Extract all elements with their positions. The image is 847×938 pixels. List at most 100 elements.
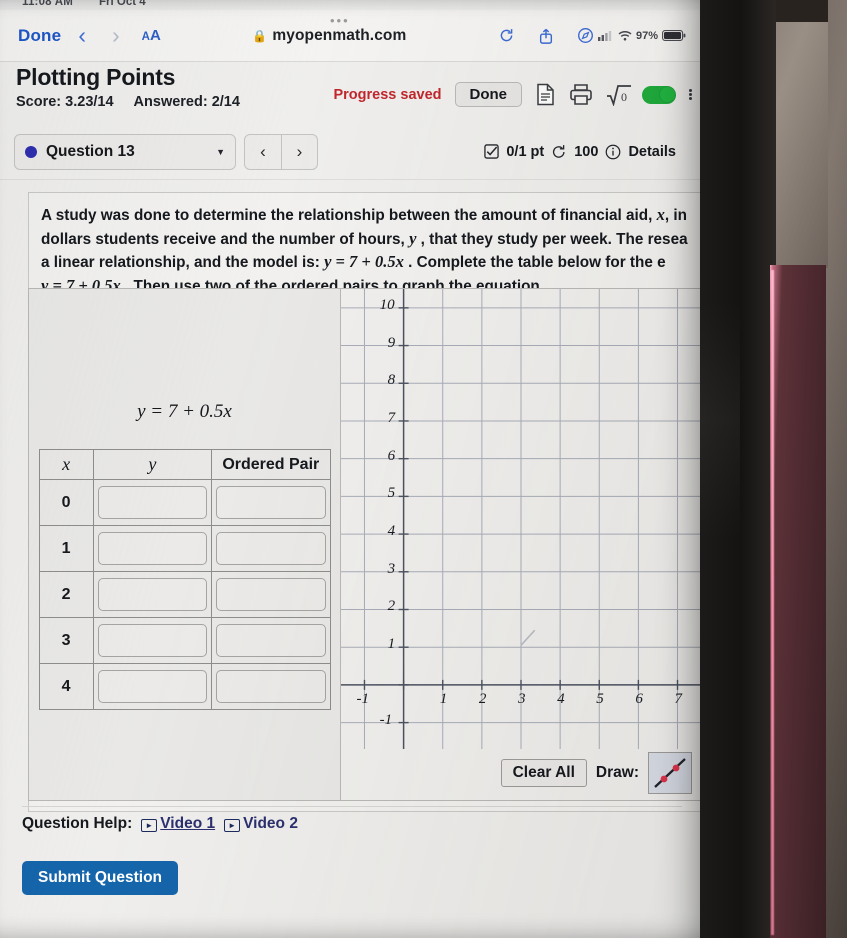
cell-y-0	[92, 479, 213, 526]
attempts-label: 100	[574, 143, 599, 160]
safari-toolbar: ••• Done ‹ › AA 🔒 myopenmath.com 97%	[0, 10, 700, 62]
video-2-link[interactable]: ► Video 2	[224, 815, 298, 833]
safari-done-button[interactable]: Done	[14, 24, 65, 48]
input-y-4[interactable]	[97, 670, 208, 703]
y-tick--1: -1	[379, 711, 393, 728]
clear-all-button[interactable]: Clear All	[500, 759, 587, 787]
assignment-header: Plotting Points Score: 3.23/14 Answered:…	[0, 62, 700, 124]
video-2-label: Video 2	[243, 815, 298, 832]
address-bar[interactable]: 🔒 myopenmath.com	[161, 27, 498, 45]
y-tick-7: 7	[387, 409, 396, 426]
details-link[interactable]: Details	[628, 144, 676, 160]
answered-label: Answered: 2/14	[133, 94, 240, 110]
answer-area: y = 7 + 0.5x x y Ordered Pair 0 1 2 3 4 …	[28, 288, 700, 801]
progress-saved-status: Progress saved	[333, 86, 442, 103]
prompt-line1: A study was done to determine the relati…	[41, 207, 657, 224]
battery-percent: 97%	[635, 29, 658, 42]
column-header-ordered-pair: Ordered Pair	[211, 449, 331, 480]
input-pair-1[interactable]	[216, 532, 326, 565]
input-y-3[interactable]	[97, 624, 208, 657]
table-row: 3	[38, 617, 331, 664]
printer-icon[interactable]	[569, 83, 593, 106]
input-y-0[interactable]	[97, 486, 208, 519]
table-header-row: x y Ordered Pair	[38, 449, 331, 480]
compass-icon[interactable]	[577, 27, 594, 44]
draw-label: Draw:	[595, 764, 639, 781]
y-tick-9: 9	[387, 334, 396, 351]
y-tick-10: 10	[379, 296, 395, 313]
cell-pair-4	[211, 663, 331, 710]
question-navigation-bar: Question 13 ▼ ‹ › 0/1 pt 100 Details	[0, 124, 700, 180]
done-button[interactable]: Done	[454, 82, 522, 107]
tablet-case-top	[768, 0, 828, 268]
question-status-dot	[25, 145, 37, 158]
chevron-down-icon: ▼	[216, 146, 225, 157]
square-root-icon: 0	[606, 84, 632, 106]
prompt-var-x: x	[656, 205, 665, 224]
browser-back-icon[interactable]: ‹	[65, 22, 99, 49]
submit-question-button[interactable]: Submit Question	[22, 861, 178, 895]
input-pair-2[interactable]	[216, 578, 326, 611]
browser-forward-icon[interactable]: ›	[99, 22, 133, 49]
cell-x-1: 1	[38, 525, 94, 572]
prompt-line3a: a linear relationship, and the model is:	[41, 254, 325, 272]
reload-icon[interactable]	[498, 27, 515, 44]
line-through-two-points-icon[interactable]	[648, 752, 692, 794]
y-tick-4: 4	[387, 523, 396, 540]
equation-label: y = 7 + 0.5x	[137, 401, 232, 422]
coordinate-graph[interactable]: -1 1 2 3 4 5 6 7 -1 1 2 3 4 5 6 7 8 9 10 Clear All Draw:	[341, 289, 700, 800]
cell-y-1	[92, 525, 213, 572]
column-header-y: y	[92, 449, 213, 480]
x-tick-6: 6	[635, 690, 643, 707]
checkbox-icon	[484, 144, 500, 159]
x-tick-7: 7	[674, 690, 683, 707]
math-input-toggle[interactable]	[642, 85, 676, 104]
question-help-label: Question Help:	[22, 815, 133, 832]
cell-x-4: 4	[38, 663, 94, 710]
document-icon[interactable]	[535, 83, 556, 106]
cell-pair-1	[211, 525, 331, 572]
prompt-line1-end: , in	[664, 207, 687, 224]
cell-x-0: 0	[38, 479, 94, 526]
input-pair-4[interactable]	[216, 670, 326, 703]
input-y-2[interactable]	[97, 578, 208, 611]
points-label: 0/1 pt	[506, 143, 545, 160]
column-header-x: x	[38, 449, 94, 480]
bezel-reflection	[700, 300, 740, 540]
prompt-line2a: dollars students receive and the number …	[41, 230, 410, 248]
info-icon[interactable]	[605, 144, 621, 160]
battery-icon	[662, 30, 686, 41]
prompt-line3b: . Complete the table below for the e	[403, 254, 666, 272]
retry-icon	[551, 144, 567, 160]
y-tick-6: 6	[387, 447, 396, 464]
y-tick-8: 8	[387, 372, 396, 389]
y-tick-2: 2	[387, 598, 396, 615]
cell-x-2: 2	[38, 571, 94, 618]
table-pane: y = 7 + 0.5x x y Ordered Pair 0 1 2 3 4	[29, 289, 341, 800]
input-pair-3[interactable]	[216, 624, 326, 657]
table-row: 0	[38, 479, 331, 526]
status-time: 11:08 AM	[22, 0, 74, 8]
svg-text:0: 0	[621, 90, 627, 104]
lock-icon: 🔒	[252, 28, 268, 43]
ordered-pairs-table: x y Ordered Pair 0 1 2 3 4	[38, 449, 331, 710]
table-row: 2	[38, 571, 331, 618]
kebab-menu-icon[interactable]	[689, 89, 692, 100]
input-pair-0[interactable]	[216, 486, 326, 519]
reader-size-button[interactable]: AA	[142, 27, 161, 44]
tablet-case-top-shadow	[768, 0, 828, 22]
input-y-1[interactable]	[97, 532, 208, 565]
cell-pair-2	[211, 571, 331, 618]
prompt-equation-inline-1: y = 7 + 0.5x	[324, 252, 404, 272]
share-icon[interactable]	[538, 27, 554, 45]
cell-pair-0	[211, 479, 331, 526]
safari-actions	[498, 27, 598, 45]
prompt-line2b: , that they study per week. The resea	[416, 230, 688, 248]
x-tick-4: 4	[557, 690, 565, 707]
table-row: 1	[38, 525, 331, 572]
video-1-link[interactable]: ► Video 1	[141, 815, 215, 833]
question-select[interactable]: Question 13 ▼	[14, 133, 236, 170]
next-question-button[interactable]: ›	[281, 134, 317, 169]
prev-question-button[interactable]: ‹	[245, 135, 281, 169]
graph-grid	[341, 289, 700, 749]
